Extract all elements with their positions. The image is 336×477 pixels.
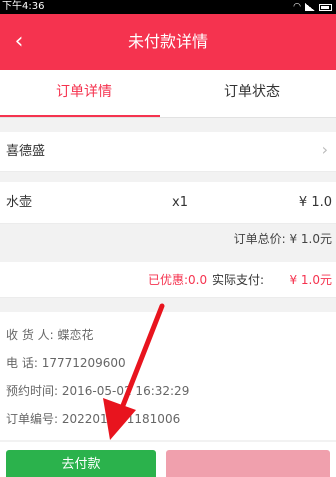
status-time: 下午4:36	[2, 1, 45, 12]
phone-line: 电 话: 17771209600	[6, 354, 126, 371]
shop-name: 喜德盛	[6, 144, 46, 159]
order-total-row: 订单总价: ¥ 1.0元	[0, 224, 336, 254]
bottom-action-bar: 去付款	[0, 442, 336, 477]
wifi-icon: ◠	[293, 2, 301, 12]
order-item-row: 水壶 x1 ¥ 1.0	[0, 182, 336, 224]
status-bar: 下午4:36 ◠	[0, 0, 336, 14]
appointment-time-line: 预约时间: 2016-05-02 16:32:29	[6, 382, 189, 399]
item-quantity: x1	[172, 195, 188, 210]
payment-summary-row: 已优惠:0.0 实际支付: ¥ 1.0元	[0, 262, 336, 298]
order-number-line: 订单编号: 2022016 01181006	[6, 410, 180, 427]
discount-amount: 已优惠:0.0	[148, 273, 208, 287]
recipient-line: 收 货 人: 蝶恋花	[6, 326, 94, 343]
signal-icon	[305, 3, 315, 11]
order-info-card: 收 货 人: 蝶恋花 电 话: 17771209600 预约时间: 2016-0…	[0, 312, 336, 440]
battery-icon	[319, 3, 332, 11]
tab-bar: 订单详情 订单状态	[0, 70, 336, 118]
item-name: 水壶	[6, 195, 33, 210]
tab-order-status[interactable]: 订单状态	[168, 70, 336, 118]
recipient-label: 收 货 人:	[6, 328, 54, 342]
secondary-action-button[interactable]	[166, 450, 330, 477]
item-price: ¥ 1.0	[298, 195, 332, 210]
active-tab-indicator	[0, 115, 160, 117]
page-title: 未付款详情	[127, 32, 208, 51]
order-number-label: 订单编号:	[6, 412, 59, 426]
order-total: 订单总价: ¥ 1.0元	[233, 232, 332, 246]
appointment-time-label: 预约时间:	[6, 384, 59, 398]
phone-value: 17771209600	[41, 356, 126, 370]
actual-payment-label: 实际支付:	[212, 273, 265, 287]
pay-button[interactable]: 去付款	[6, 450, 156, 477]
status-icons: ◠	[293, 0, 332, 14]
top-bar: ‹ 未付款详情	[0, 14, 336, 70]
chevron-right-icon: ›	[321, 140, 328, 159]
actual-payment-amount: ¥ 1.0元	[289, 273, 332, 287]
order-number-value: 2022016 01181006	[61, 412, 181, 426]
recipient-value: 蝶恋花	[57, 328, 94, 342]
phone-label: 电 话:	[6, 356, 38, 370]
shop-row[interactable]: 喜德盛 ›	[0, 132, 336, 172]
tab-order-details[interactable]: 订单详情	[0, 70, 168, 118]
appointment-time-value: 2016-05-02 16:32:29	[61, 384, 190, 398]
